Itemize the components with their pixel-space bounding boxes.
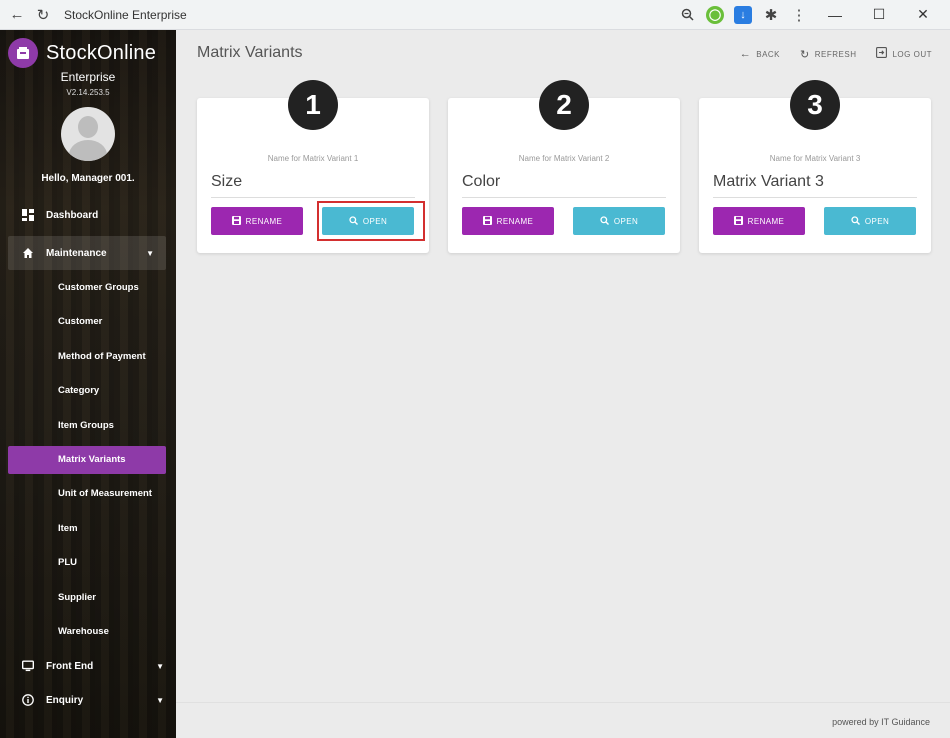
logout-label: LOG OUT	[892, 49, 932, 59]
info-icon	[22, 694, 34, 706]
sidebar-item-maintenance[interactable]: Maintenance ▼	[8, 236, 166, 270]
sidebar-subitem-supplier[interactable]: Supplier	[0, 580, 176, 615]
edition: Enterprise	[60, 70, 116, 84]
refresh-icon: ↻	[800, 48, 810, 61]
open-label: OPEN	[362, 216, 388, 226]
sidebar-item-dashboard[interactable]: Dashboard	[0, 198, 176, 232]
sidebar-subitem-method-of-payment[interactable]: Method of Payment	[0, 339, 176, 374]
toolbar-actions: ← BACK ↻ REFRESH LOG OUT	[740, 47, 932, 61]
refresh-label: REFRESH	[814, 49, 857, 59]
variant-name-label: Name for Matrix Variant 2	[518, 154, 610, 163]
logout-icon	[876, 47, 888, 61]
browser-titlebar: ← ↻ StockOnline Enterprise ◯ ↓ ✱ ⋮ — ☐ ✕	[0, 0, 950, 30]
more-menu-icon[interactable]: ⋮	[790, 6, 808, 24]
close-icon[interactable]: ✕	[906, 1, 940, 29]
open-label: OPEN	[864, 216, 890, 226]
user-greeting: Hello, Manager 001.	[41, 173, 135, 184]
version: V2.14.253.5	[66, 88, 110, 97]
rename-button[interactable]: RENAME	[211, 207, 303, 235]
tab-title: StockOnline Enterprise	[64, 7, 187, 22]
maximize-icon[interactable]: ☐	[862, 1, 896, 29]
search-icon	[600, 215, 609, 227]
save-icon	[733, 215, 743, 227]
sidebar-subitem-item[interactable]: Item	[0, 511, 176, 546]
footer: powered by IT Guidance	[176, 702, 950, 738]
step-badge: 1	[288, 80, 338, 130]
stockonline-logo-icon	[8, 38, 38, 68]
refresh-button[interactable]: ↻ REFRESH	[800, 47, 856, 61]
search-icon	[349, 215, 358, 227]
sidebar-item-label: Front End	[46, 660, 94, 672]
search-icon	[851, 215, 860, 227]
sidebar-item-label: Dashboard	[46, 209, 99, 221]
save-icon	[482, 215, 492, 227]
sidebar-item-front-end[interactable]: Front End ▼	[0, 649, 176, 683]
rename-button[interactable]: RENAME	[713, 207, 805, 235]
puzzle-icon[interactable]: ✱	[762, 6, 780, 24]
powered-by: powered by IT Guidance	[832, 717, 930, 727]
brand: StockOnline	[0, 30, 176, 68]
sidebar: StockOnline Enterprise V2.14.253.5 Hello…	[0, 30, 176, 738]
sidebar-item-enquiry[interactable]: Enquiry ▼	[0, 683, 176, 717]
sidebar-subitem-unit-of-measurement[interactable]: Unit of Measurement	[0, 477, 176, 512]
matrix-variant-card-1: 1 Name for Matrix Variant 1 Size RENAME …	[197, 80, 429, 253]
caret-down-icon: ▼	[156, 661, 164, 671]
monitor-icon	[22, 660, 34, 672]
minimize-icon[interactable]: —	[818, 1, 852, 29]
sidebar-item-label: Maintenance	[46, 247, 107, 259]
extension-green-icon[interactable]: ◯	[706, 5, 724, 24]
home-icon	[22, 247, 34, 259]
variant-name-value: Matrix Variant 3	[713, 173, 917, 198]
step-badge: 2	[539, 80, 589, 130]
caret-down-icon: ▼	[156, 695, 164, 705]
sidebar-subitem-category[interactable]: Category	[0, 374, 176, 409]
open-button[interactable]: OPEN	[322, 207, 414, 235]
sidebar-subitem-customer[interactable]: Customer	[0, 305, 176, 340]
sidebar-subitem-plu[interactable]: PLU	[0, 546, 176, 581]
main-content: Matrix Variants ← BACK ↻ REFRESH LOG OUT…	[176, 30, 950, 738]
logout-button[interactable]: LOG OUT	[876, 47, 932, 61]
matrix-variant-card-2: 2 Name for Matrix Variant 2 Color RENAME…	[448, 80, 680, 253]
avatar	[61, 107, 115, 161]
sidebar-subitem-warehouse[interactable]: Warehouse	[0, 615, 176, 650]
variant-name-label: Name for Matrix Variant 1	[267, 154, 359, 163]
open-button[interactable]: OPEN	[573, 207, 665, 235]
dashboard-icon	[22, 209, 34, 221]
sidebar-subitem-customer-groups[interactable]: Customer Groups	[0, 270, 176, 305]
rename-label: RENAME	[496, 216, 534, 226]
variant-name-value: Size	[211, 173, 415, 198]
open-button[interactable]: OPEN	[824, 207, 916, 235]
variant-name-label: Name for Matrix Variant 3	[769, 154, 861, 163]
zoom-icon[interactable]	[678, 6, 696, 24]
save-icon	[231, 215, 241, 227]
caret-down-icon: ▼	[146, 248, 154, 258]
step-badge: 3	[790, 80, 840, 130]
back-arrow-icon[interactable]: ←	[8, 6, 26, 24]
rename-label: RENAME	[245, 216, 283, 226]
back-label: BACK	[756, 49, 781, 59]
sidebar-subitem-matrix-variants[interactable]: Matrix Variants	[8, 445, 166, 474]
page-title: Matrix Variants	[197, 44, 303, 61]
rename-button[interactable]: RENAME	[462, 207, 554, 235]
back-button[interactable]: ← BACK	[740, 47, 780, 61]
extension-download-icon[interactable]: ↓	[734, 5, 752, 24]
reload-icon[interactable]: ↻	[34, 6, 52, 24]
matrix-variant-card-3: 3 Name for Matrix Variant 3 Matrix Varia…	[699, 80, 931, 253]
sidebar-subitem-item-groups[interactable]: Item Groups	[0, 408, 176, 443]
open-label: OPEN	[613, 216, 639, 226]
rename-label: RENAME	[747, 216, 785, 226]
arrow-left-icon: ←	[739, 48, 752, 60]
variant-name-value: Color	[462, 173, 666, 198]
sidebar-item-label: Enquiry	[46, 694, 84, 706]
brand-name: StockOnline	[46, 41, 157, 64]
